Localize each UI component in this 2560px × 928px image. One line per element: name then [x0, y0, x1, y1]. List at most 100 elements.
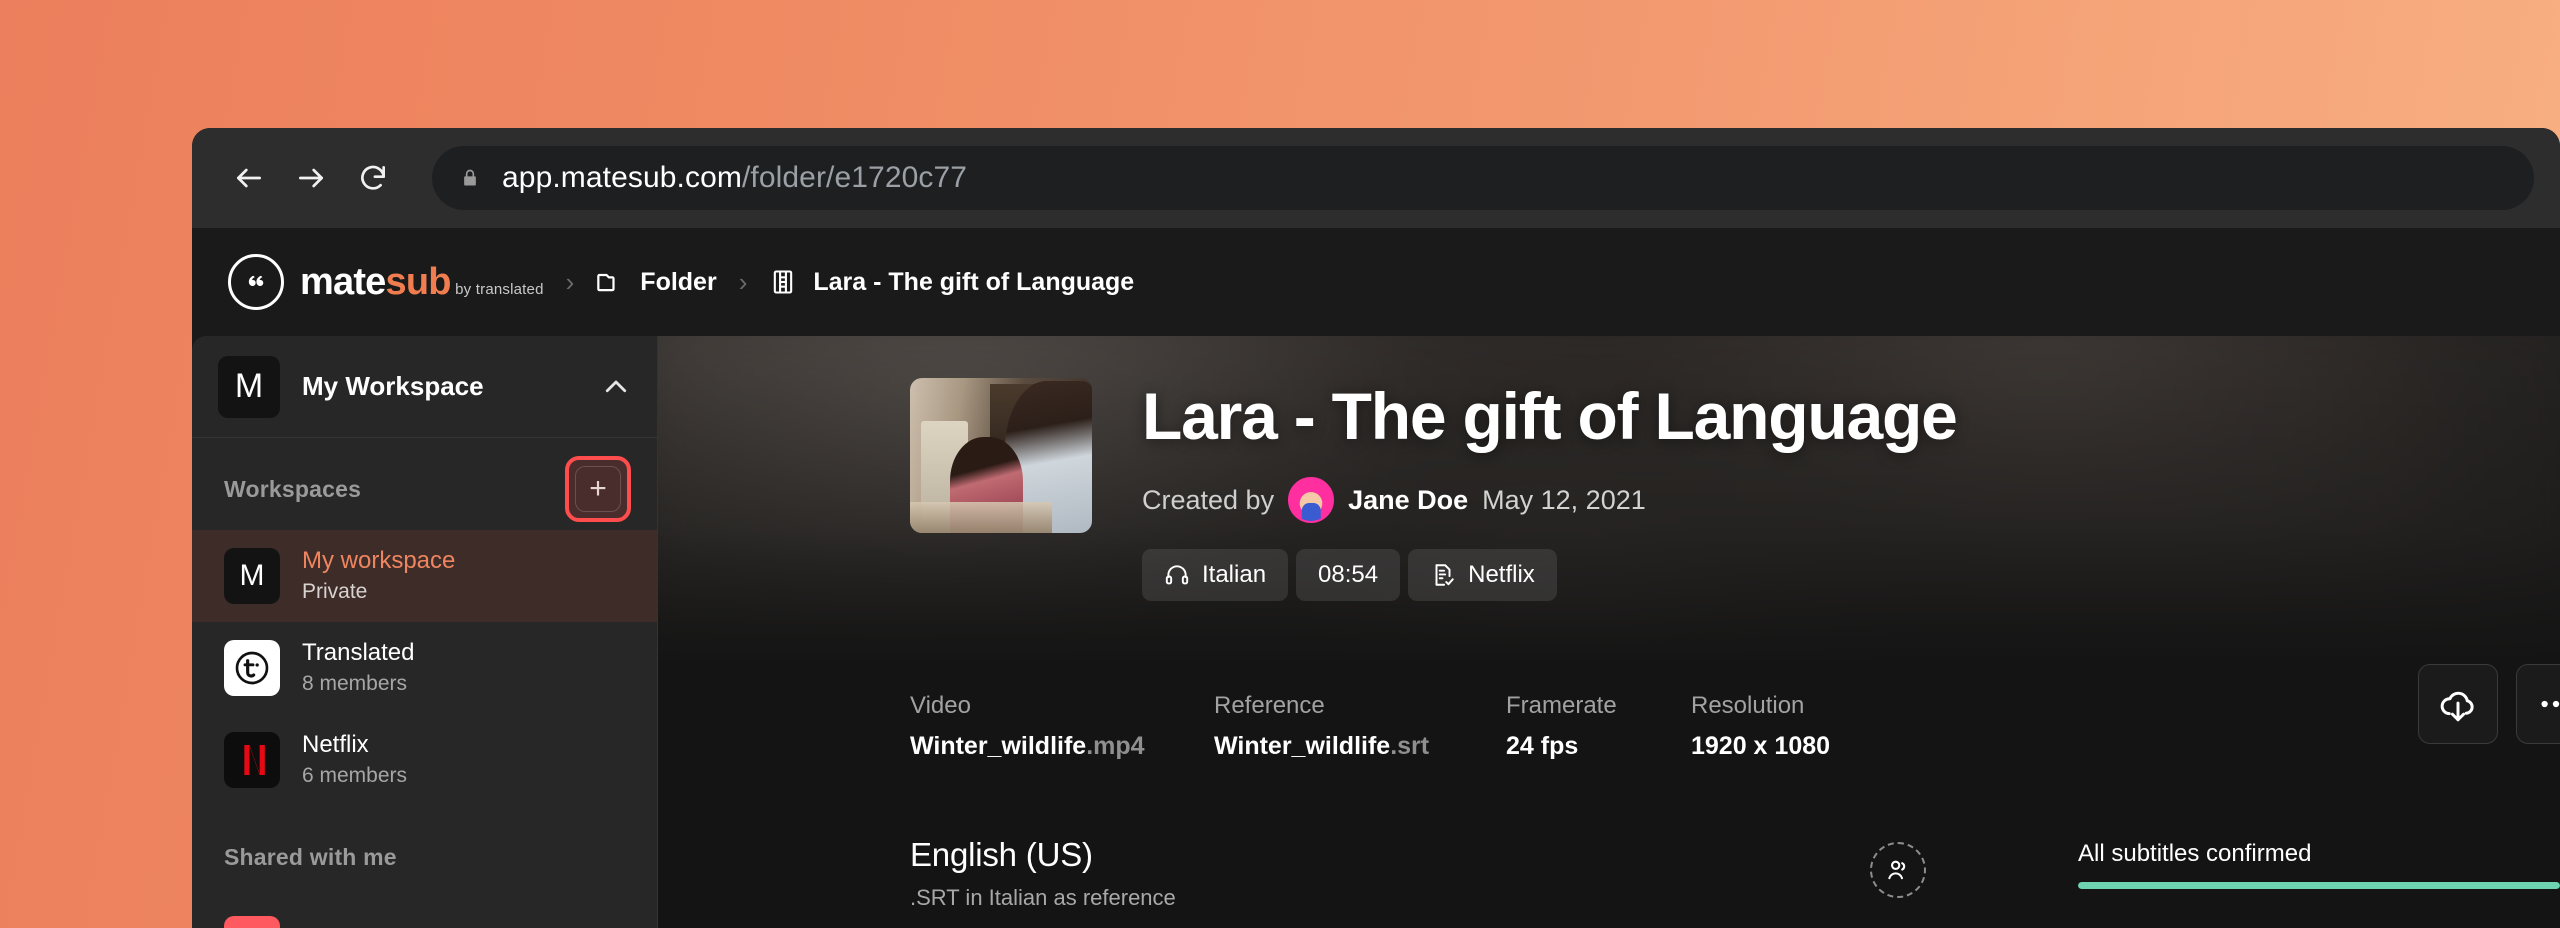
breadcrumb-project-label: Lara - The gift of Language — [813, 267, 1135, 296]
app-root: matesub by translated › Folder › Lara - … — [192, 228, 2560, 928]
chip-duration[interactable]: 08:54 — [1296, 549, 1401, 602]
app-body: M My Workspace Workspaces + M My workspa… — [192, 336, 2560, 928]
workspace-initial-icon: M — [224, 548, 280, 604]
workspace-list: M My workspace Private Translated 8 memb… — [192, 530, 657, 928]
file-info-label: Video — [910, 692, 971, 719]
url-host: app.matesub.com — [502, 161, 742, 194]
workspace-meta: My workspace Private — [302, 546, 455, 605]
breadcrumb-item-project[interactable]: Lara - The gift of Language — [769, 268, 1134, 297]
thumbnail-table — [910, 502, 1052, 533]
add-workspace-highlight: + — [565, 456, 631, 522]
url-path: /folder/e1720c77 — [741, 161, 968, 194]
file-info-reference: Reference Winter_wildlife.srt — [1214, 692, 1506, 761]
file-info-value: 1920 x 1080 — [1691, 732, 1831, 760]
translated-logo-icon — [224, 640, 280, 696]
forward-button[interactable] — [280, 147, 342, 209]
browser-window: app.matesub.com/folder/e1720c77 matesub … — [192, 128, 2560, 928]
created-by-label: Created by — [1142, 484, 1275, 515]
logo-wordmark: matesub — [300, 261, 451, 303]
workspace-sub: Private — [302, 580, 368, 604]
section-header-workspaces: Workspaces + — [192, 438, 657, 530]
workspace-switcher[interactable]: M My Workspace — [192, 336, 657, 438]
language-info[interactable]: English (US) .SRT in Italian as referenc… — [910, 836, 1490, 911]
chip-language[interactable]: Italian — [1142, 549, 1289, 602]
netflix-logo-icon — [224, 732, 280, 788]
logo-tagline: by translated — [455, 281, 544, 298]
section-label-workspaces: Workspaces — [224, 475, 362, 502]
film-strip-icon — [774, 270, 793, 294]
download-button[interactable] — [2418, 664, 2498, 744]
breadcrumb-separator-2: › — [738, 267, 748, 297]
sidebar: M My Workspace Workspaces + M My workspa… — [192, 336, 658, 928]
chip-language-label: Italian — [1202, 561, 1267, 589]
cloud-download-icon — [2440, 691, 2474, 722]
file-info-value: 24 fps — [1506, 732, 1579, 760]
matesub-logo[interactable]: matesub by translated — [228, 254, 544, 310]
workspace-name: My workspace — [302, 547, 456, 575]
workspace-item-netflix[interactable]: Netflix 6 members — [192, 714, 657, 806]
add-workspace-button[interactable]: + — [575, 466, 621, 512]
folder-icon — [597, 273, 615, 292]
file-info-row: Video Winter_wildlife.mp4 Reference Wint… — [910, 692, 2560, 761]
secondary-action-button[interactable] — [2516, 664, 2560, 744]
video-thumbnail[interactable] — [910, 378, 1092, 533]
back-button[interactable] — [218, 147, 280, 209]
app-topbar: matesub by translated › Folder › Lara - … — [192, 228, 2560, 336]
workspace-sub: 8 members — [302, 672, 408, 696]
action-buttons — [2418, 664, 2560, 744]
breadcrumb-item-folder[interactable]: Folder — [596, 267, 717, 297]
guidelines-doc-icon — [1435, 564, 1454, 587]
thumbnail-scene — [910, 378, 1092, 533]
logo-text: matesub by translated — [300, 263, 544, 301]
breadcrumb-folder-label: Folder — [640, 267, 717, 296]
language-row: English (US) .SRT in Italian as referenc… — [910, 836, 2560, 911]
workspace-name: Netflix — [302, 731, 369, 759]
file-info-value: Winter_wildlife.srt — [1214, 732, 1446, 761]
file-info-video: Video Winter_wildlife.mp4 — [910, 692, 1214, 761]
progress-section: All subtitles confirmed — [2078, 840, 2560, 889]
file-info-label: Framerate — [1506, 692, 1617, 719]
reload-button[interactable] — [342, 147, 404, 209]
chip-guidelines[interactable]: Netflix — [1408, 549, 1557, 602]
created-by-row: Created by Jane Doe May 12, 2021 — [1142, 477, 1957, 524]
logo-word-second: sub — [385, 261, 452, 303]
section-header-shared: Shared with me — [192, 806, 657, 898]
progress-track — [2078, 882, 2560, 889]
file-info-framerate: Framerate 24 fps — [1506, 692, 1691, 761]
file-name: Winter_wildlife — [1214, 732, 1391, 760]
more-actions-icon — [2541, 700, 2560, 708]
workspace-title: My Workspace — [302, 371, 484, 401]
logo-word-first: mate — [300, 261, 386, 303]
main-content: Lara - The gift of Language Created by J… — [658, 336, 2560, 928]
progress-label: All subtitles confirmed — [2078, 840, 2312, 867]
workspace-meta: Translated 8 members — [302, 638, 415, 697]
workspace-item-airbnb[interactable]: Airbnb — [192, 898, 657, 928]
address-bar[interactable]: app.matesub.com/folder/e1720c77 — [432, 146, 2534, 210]
url-text: app.matesub.com/folder/e1720c77 — [502, 161, 967, 195]
workspace-avatar: M — [218, 355, 280, 418]
file-ext: .srt — [1390, 732, 1430, 760]
workspace-sub: 6 members — [302, 764, 408, 788]
add-people-icon[interactable] — [1870, 842, 1926, 898]
chevron-up-icon[interactable] — [601, 372, 631, 402]
file-name: Winter_wildlife — [910, 732, 1087, 760]
airbnb-logo-icon — [224, 916, 280, 928]
metadata-chips: Italian 08:54 Netflix — [1142, 549, 1957, 602]
lock-icon — [460, 165, 482, 191]
quote-mark-icon — [228, 254, 284, 310]
language-name: English (US) — [910, 836, 1093, 873]
created-date: May 12, 2021 — [1482, 484, 1646, 515]
file-info-label: Resolution — [1691, 692, 1805, 719]
workspace-item-translated[interactable]: Translated 8 members — [192, 622, 657, 714]
workspace-name: Translated — [302, 639, 415, 667]
browser-toolbar: app.matesub.com/folder/e1720c77 — [192, 128, 2560, 228]
file-info-label: Reference — [1214, 692, 1325, 719]
chip-guidelines-label: Netflix — [1468, 561, 1535, 589]
workspace-item-my-workspace[interactable]: M My workspace Private — [192, 530, 657, 622]
avatar — [1288, 477, 1335, 524]
page-title: Lara - The gift of Language — [1142, 379, 1958, 453]
language-sub: .SRT in Italian as reference — [910, 885, 1176, 910]
file-info-resolution: Resolution 1920 x 1080 — [1691, 692, 1890, 761]
file-ext: .mp4 — [1086, 732, 1145, 760]
workspace-meta: Netflix 6 members — [302, 730, 407, 789]
